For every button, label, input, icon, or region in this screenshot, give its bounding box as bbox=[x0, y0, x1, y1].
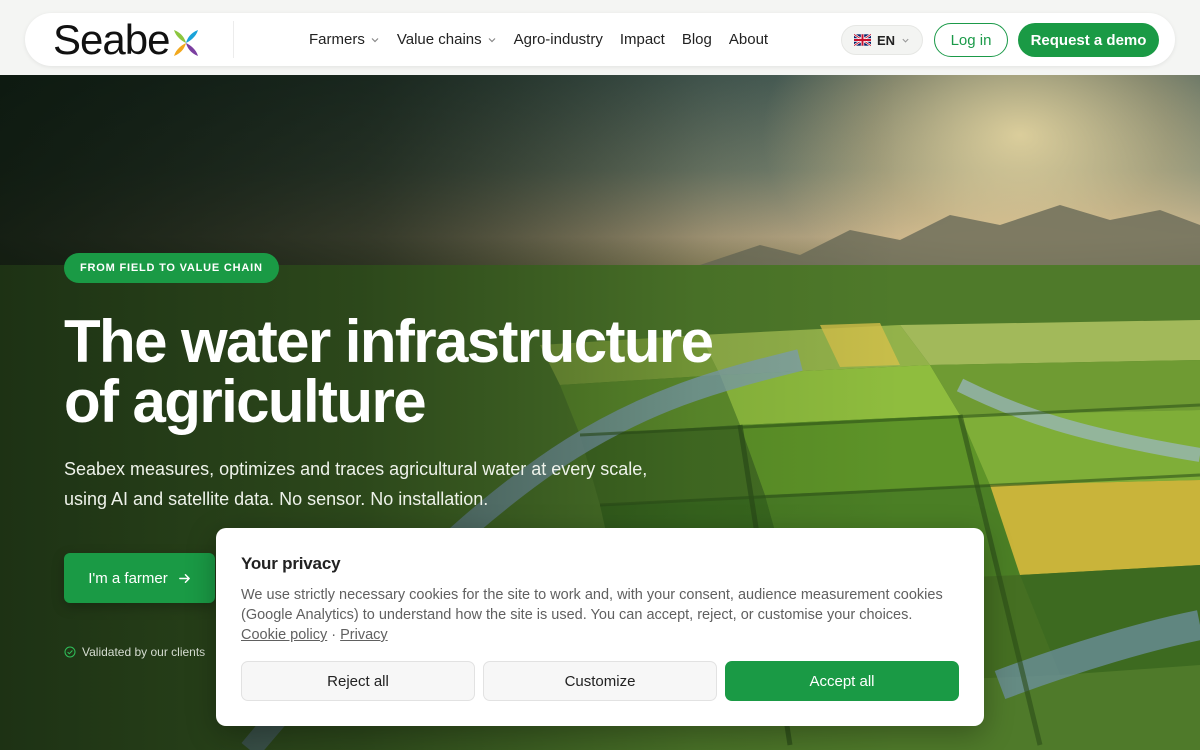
logo-wordmark: Seabe bbox=[53, 16, 170, 63]
top-bar: Seabe Farmers Value chains Agro-industry bbox=[0, 0, 1200, 75]
nav-item-label: Blog bbox=[681, 31, 712, 48]
privacy-link[interactable]: Privacy bbox=[340, 627, 388, 643]
logo-divider bbox=[233, 21, 234, 58]
reject-all-button[interactable]: Reject all bbox=[241, 661, 475, 701]
nav-item-agro-industry[interactable]: Agro-industry bbox=[514, 31, 603, 48]
nav-item-blog[interactable]: Blog bbox=[682, 31, 712, 48]
link-separator: · bbox=[327, 627, 341, 643]
cta-label: I'm a farmer bbox=[88, 569, 168, 587]
cookie-policy-link[interactable]: Cookie policy bbox=[241, 627, 327, 643]
hero-subtitle-line: Seabex measures, optimizes and traces ag… bbox=[64, 459, 648, 479]
chevron-down-icon bbox=[902, 38, 909, 43]
nav-item-value-chains[interactable]: Value chains bbox=[397, 31, 497, 48]
hero-title-line: of agriculture bbox=[64, 368, 427, 435]
uk-flag-icon bbox=[854, 34, 871, 46]
cookie-title: Your privacy bbox=[241, 554, 341, 573]
cookie-consent-dialog: Your privacy We use strictly necessary c… bbox=[216, 528, 984, 726]
language-label: EN bbox=[877, 32, 896, 48]
nav-item-label: Agro-industry bbox=[513, 31, 603, 48]
cookie-description: We use strictly necessary cookies for th… bbox=[241, 587, 943, 623]
chevron-down-icon bbox=[371, 37, 379, 42]
validated-note: Validated by our clients bbox=[64, 645, 205, 659]
nav-item-impact[interactable]: Impact bbox=[620, 31, 665, 48]
language-selector[interactable]: EN bbox=[841, 25, 923, 55]
accept-all-button[interactable]: Accept all bbox=[725, 661, 959, 701]
customize-button[interactable]: Customize bbox=[483, 661, 717, 701]
nav-item-label: Farmers bbox=[309, 31, 365, 48]
cookie-links: Cookie policy · Privacy bbox=[241, 625, 388, 645]
arrow-right-icon bbox=[178, 573, 190, 583]
login-button[interactable]: Log in bbox=[934, 23, 1008, 57]
hero-title-line: The water infrastructure bbox=[64, 308, 714, 375]
x-icon bbox=[174, 30, 199, 56]
nav-menu: Farmers Value chains Agro-industry Impac… bbox=[309, 13, 785, 66]
nav-item-about[interactable]: About bbox=[729, 31, 768, 48]
chevron-down-icon bbox=[488, 37, 496, 42]
hero-title: The water infrastructure of agriculture bbox=[64, 312, 744, 432]
nav-item-farmers[interactable]: Farmers bbox=[309, 31, 380, 48]
im-a-farmer-button[interactable]: I'm a farmer bbox=[64, 553, 215, 603]
request-demo-button[interactable]: Request a demo bbox=[1018, 23, 1159, 57]
nav-item-label: Value chains bbox=[396, 31, 482, 48]
validated-text: Validated by our clients bbox=[82, 645, 206, 659]
nav-item-label: About bbox=[728, 31, 769, 48]
seabex-logo[interactable]: Seabe bbox=[53, 16, 202, 63]
hero-subtitle-line: using AI and satellite data. No sensor. … bbox=[64, 489, 489, 509]
main-navigation: Seabe Farmers Value chains Agro-industry bbox=[25, 13, 1175, 66]
hero-subtitle: Seabex measures, optimizes and traces ag… bbox=[64, 454, 684, 514]
hero-badge: FROM FIELD TO VALUE CHAIN bbox=[64, 253, 279, 283]
nav-item-label: Impact bbox=[619, 31, 665, 48]
check-circle-icon bbox=[64, 646, 76, 658]
